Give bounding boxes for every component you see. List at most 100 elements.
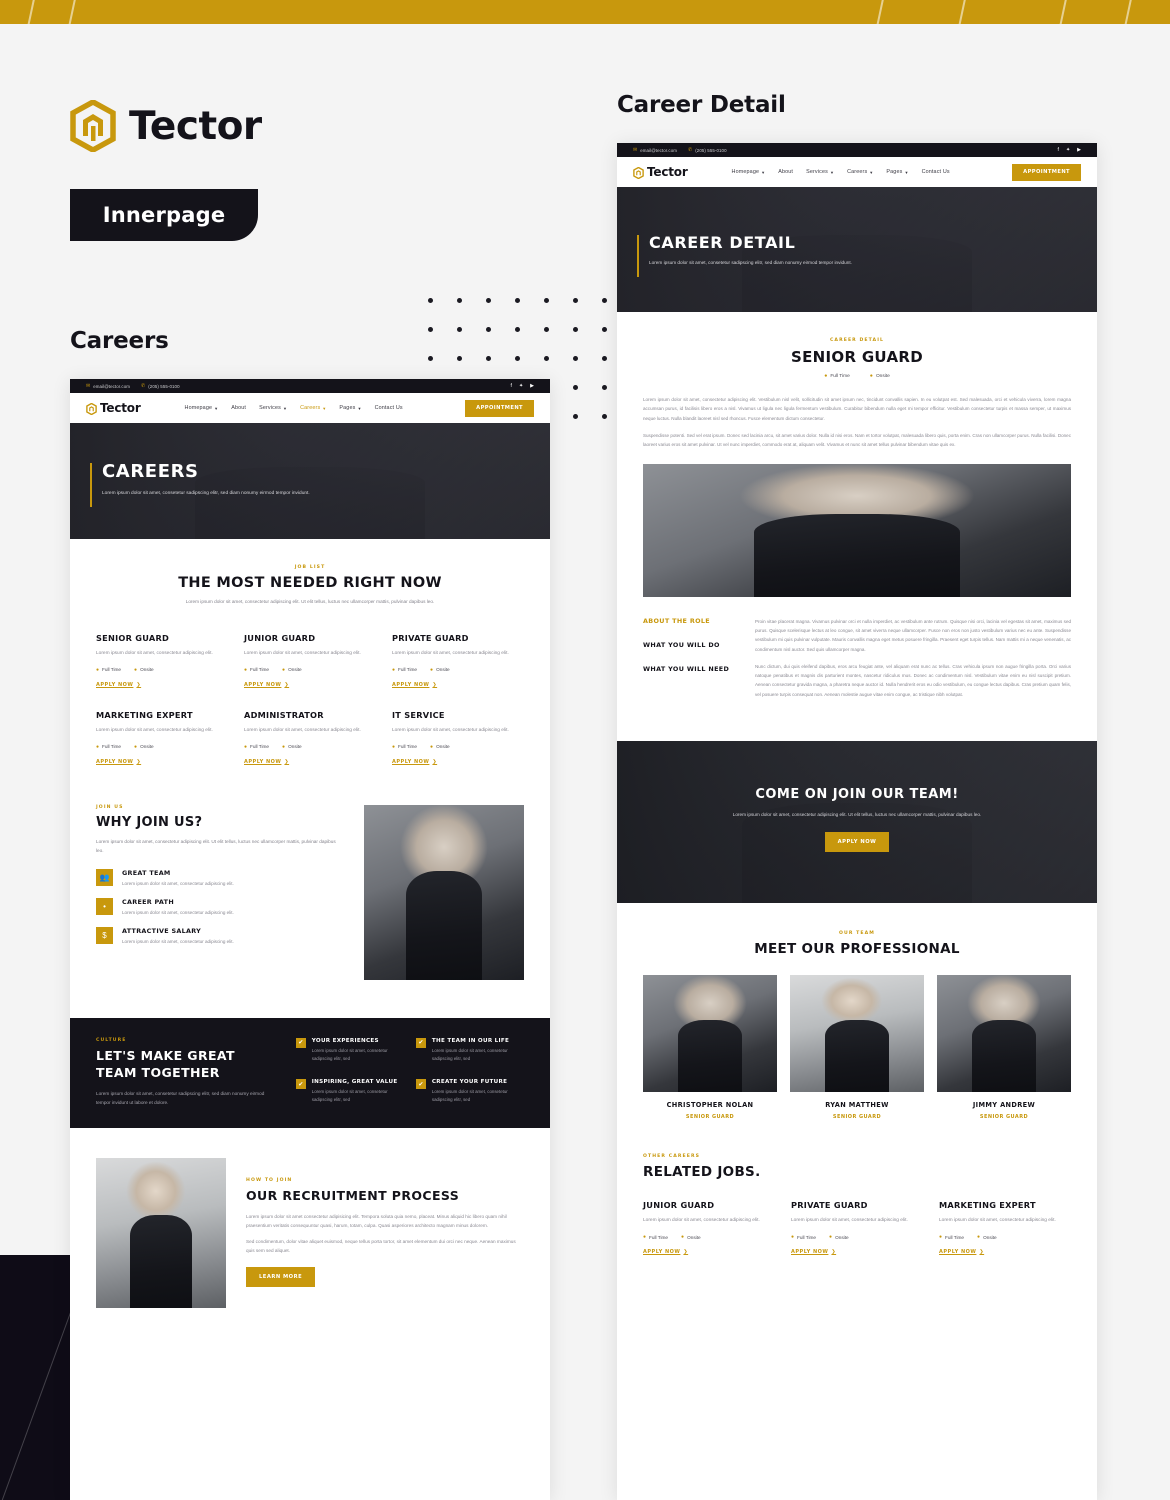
job-tag-onsite: ● Onsite bbox=[869, 373, 890, 379]
nav-item-about[interactable]: About bbox=[778, 169, 793, 175]
facebook-icon[interactable]: f bbox=[511, 383, 512, 389]
facebook-icon[interactable]: f bbox=[1058, 147, 1059, 153]
check-icon: ✔ bbox=[295, 1079, 306, 1090]
job-tag-fulltime: ● Full Time bbox=[791, 1234, 817, 1241]
job-header-section: CAREER DETAIL SENIOR GUARD ● Full Time ● O… bbox=[617, 312, 1097, 597]
twitter-icon[interactable]: ✦ bbox=[1066, 147, 1070, 153]
nav-item-homepage[interactable]: Homepage ▼ bbox=[185, 405, 219, 411]
navbar-logo[interactable]: Tector bbox=[633, 165, 688, 180]
nav-item-label: Careers bbox=[847, 169, 868, 175]
team-member-card[interactable]: CHRISTOPHER NOLAN SENIOR GUARD bbox=[643, 975, 777, 1120]
job-card[interactable]: PRIVATE GUARD Lorem ipsum dolor sit amet,… bbox=[392, 633, 524, 688]
team-member-card[interactable]: JIMMY ANDREW SENIOR GUARD bbox=[937, 975, 1071, 1120]
job-card[interactable]: JUNIOR GUARD Lorem ipsum dolor sit amet, … bbox=[643, 1200, 775, 1255]
apply-now-link[interactable]: APPLY NOW ❯ bbox=[791, 1249, 923, 1255]
brand-lockup: Tector bbox=[70, 98, 262, 154]
detail-hero-title: CAREER DETAIL bbox=[649, 233, 796, 252]
nav-item-label: Careers bbox=[300, 405, 321, 411]
apply-now-link[interactable]: APPLY NOW ❯ bbox=[392, 759, 524, 765]
innerpage-badge: Innerpage bbox=[70, 189, 258, 241]
apply-now-link[interactable]: APPLY NOW ❯ bbox=[392, 682, 524, 688]
job-card[interactable]: MARKETING EXPERT Lorem ipsum dolor sit am… bbox=[939, 1200, 1071, 1255]
youtube-icon[interactable]: ▶ bbox=[1077, 147, 1081, 153]
culture-item-title: THE TEAM IN OUR LIFE bbox=[431, 1037, 510, 1044]
apply-now-link[interactable]: APPLY NOW ❯ bbox=[643, 1249, 775, 1255]
job-card-tags: ● Full Time ● Onsite bbox=[643, 1234, 775, 1240]
twitter-icon[interactable]: ✦ bbox=[519, 383, 523, 389]
nav-item-label: About bbox=[778, 169, 794, 175]
team-section: OUR TEAM MEET OUR PROFESSIONAL CHRISTOPH… bbox=[617, 903, 1097, 1120]
job-tag-onsite: ● Onsite bbox=[282, 743, 302, 750]
appointment-button[interactable]: APPOINTMENT bbox=[1012, 163, 1081, 181]
nav-item-about[interactable]: About bbox=[231, 405, 246, 411]
location-pin-icon: ● bbox=[869, 373, 873, 379]
location-pin-icon: ● bbox=[282, 666, 286, 673]
chevron-down-icon: ▼ bbox=[322, 405, 327, 411]
job-card[interactable]: SENIOR GUARD Lorem ipsum dolor sit amet, … bbox=[96, 633, 228, 688]
location-pin-icon: ● bbox=[134, 743, 138, 750]
culture-item: ✔ THE TEAM IN OUR LIFE Lorem ipsum dolor s… bbox=[415, 1037, 524, 1066]
top-gold-bar bbox=[0, 0, 1170, 24]
diagonal-line bbox=[1057, 0, 1069, 24]
nav-item-pages[interactable]: Pages ▼ bbox=[339, 405, 361, 411]
job-card-description: Lorem ipsum dolor sit amet, consectetur … bbox=[96, 650, 213, 656]
team-title: MEET OUR PROFESSIONAL bbox=[754, 941, 960, 958]
team-member-photo bbox=[643, 975, 777, 1093]
topbar-phone[interactable]: ✆ (205) 555-0100 bbox=[688, 147, 727, 153]
apply-now-link[interactable]: APPLY NOW ❯ bbox=[244, 759, 376, 765]
clock-icon: ● bbox=[939, 1234, 943, 1241]
job-card-title: PRIVATE GUARD bbox=[392, 632, 469, 643]
feature-item: 👥 GREAT TEAM Lorem ipsum dolor sit amet, c… bbox=[96, 869, 344, 888]
chevron-right-icon: ❯ bbox=[683, 1249, 689, 1256]
apply-now-link[interactable]: APPLY NOW ❯ bbox=[244, 682, 376, 688]
learn-more-button[interactable]: LEARN MORE bbox=[246, 1267, 316, 1288]
job-card[interactable]: IT SERVICE Lorem ipsum dolor sit amet, co… bbox=[392, 710, 524, 765]
navbar-logo[interactable]: Tector bbox=[86, 401, 141, 416]
apply-now-link[interactable]: APPLY NOW ❯ bbox=[96, 759, 228, 765]
why-join-features: 👥 GREAT TEAM Lorem ipsum dolor sit amet, c… bbox=[96, 869, 344, 945]
role-tab-what-you-will-do[interactable]: WHAT YOU WILL DO bbox=[643, 641, 731, 649]
dot bbox=[457, 356, 462, 361]
chevron-right-icon: ❯ bbox=[432, 681, 438, 688]
nav-item-label: Contact Us bbox=[374, 405, 403, 411]
apply-now-link[interactable]: APPLY NOW ❯ bbox=[96, 682, 228, 688]
join-team-cta: COME ON JOIN OUR TEAM! Lorem ipsum dolor… bbox=[617, 741, 1097, 904]
nav-item-pages[interactable]: Pages ▼ bbox=[886, 169, 908, 175]
dot bbox=[486, 298, 491, 303]
recruitment-para-1: Lorem ipsum dolor sit amet consectetur a… bbox=[246, 1213, 507, 1228]
job-card[interactable]: MARKETING EXPERT Lorem ipsum dolor sit am… bbox=[96, 710, 228, 765]
nav-item-contact-us[interactable]: Contact Us bbox=[922, 169, 950, 175]
career-detail-page-mockup: ✉ email@tector.com ✆ (205) 555-0100 f ✦ … bbox=[617, 143, 1097, 1500]
hero-accent-bar bbox=[637, 235, 639, 277]
nav-item-careers[interactable]: Careers ▼ bbox=[300, 405, 326, 411]
nav-item-services[interactable]: Services ▼ bbox=[259, 405, 287, 411]
youtube-icon[interactable]: ▶ bbox=[530, 383, 534, 389]
nav-item-services[interactable]: Services ▼ bbox=[806, 169, 834, 175]
team-member-card[interactable]: RYAN MATTHEW SENIOR GUARD bbox=[790, 975, 924, 1120]
topbar-email[interactable]: ✉ email@tector.com bbox=[633, 147, 677, 153]
apply-now-link[interactable]: APPLY NOW ❯ bbox=[939, 1249, 1071, 1255]
dot bbox=[515, 356, 520, 361]
appointment-button[interactable]: APPOINTMENT bbox=[465, 399, 534, 417]
job-card-description: Lorem ipsum dolor sit amet, consectetur … bbox=[392, 727, 509, 733]
detail-navbar: Tector Homepage ▼ About Services ▼ Careers ▼ Pa… bbox=[617, 157, 1097, 187]
feature-text: Lorem ipsum dolor sit amet, consectetur … bbox=[122, 881, 234, 887]
topbar-phone[interactable]: ✆ (205) 555-0100 bbox=[141, 383, 180, 389]
role-tab-about-the-role[interactable]: ABOUT THE ROLE bbox=[643, 617, 731, 625]
recruitment-eyebrow: HOW TO JOIN bbox=[246, 1177, 293, 1183]
job-tag-fulltime: ● Full Time bbox=[392, 666, 418, 673]
job-card[interactable]: PRIVATE GUARD Lorem ipsum dolor sit amet,… bbox=[791, 1200, 923, 1255]
topbar-email[interactable]: ✉ email@tector.com bbox=[86, 383, 130, 389]
role-tab-what-you-will-need[interactable]: WHAT YOU WILL NEED bbox=[643, 665, 731, 673]
job-card[interactable]: ADMINISTRATOR Lorem ipsum dolor sit amet,… bbox=[244, 710, 376, 765]
culture-item-title: YOUR EXPERIENCES bbox=[311, 1037, 379, 1044]
nav-item-careers[interactable]: Careers ▼ bbox=[847, 169, 873, 175]
nav-item-homepage[interactable]: Homepage ▼ bbox=[732, 169, 766, 175]
feature-title: ATTRACTIVE SALARY bbox=[122, 926, 202, 935]
job-list-intro: Lorem ipsum dolor sit amet, consectetur … bbox=[185, 599, 435, 604]
nav-item-contact-us[interactable]: Contact Us bbox=[375, 405, 403, 411]
clock-icon: ● bbox=[392, 743, 396, 750]
job-card[interactable]: JUNIOR GUARD Lorem ipsum dolor sit amet, … bbox=[244, 633, 376, 688]
job-tag-fulltime: ● Full Time bbox=[244, 666, 270, 673]
cta-apply-now-button[interactable]: APPLY NOW bbox=[824, 832, 890, 853]
